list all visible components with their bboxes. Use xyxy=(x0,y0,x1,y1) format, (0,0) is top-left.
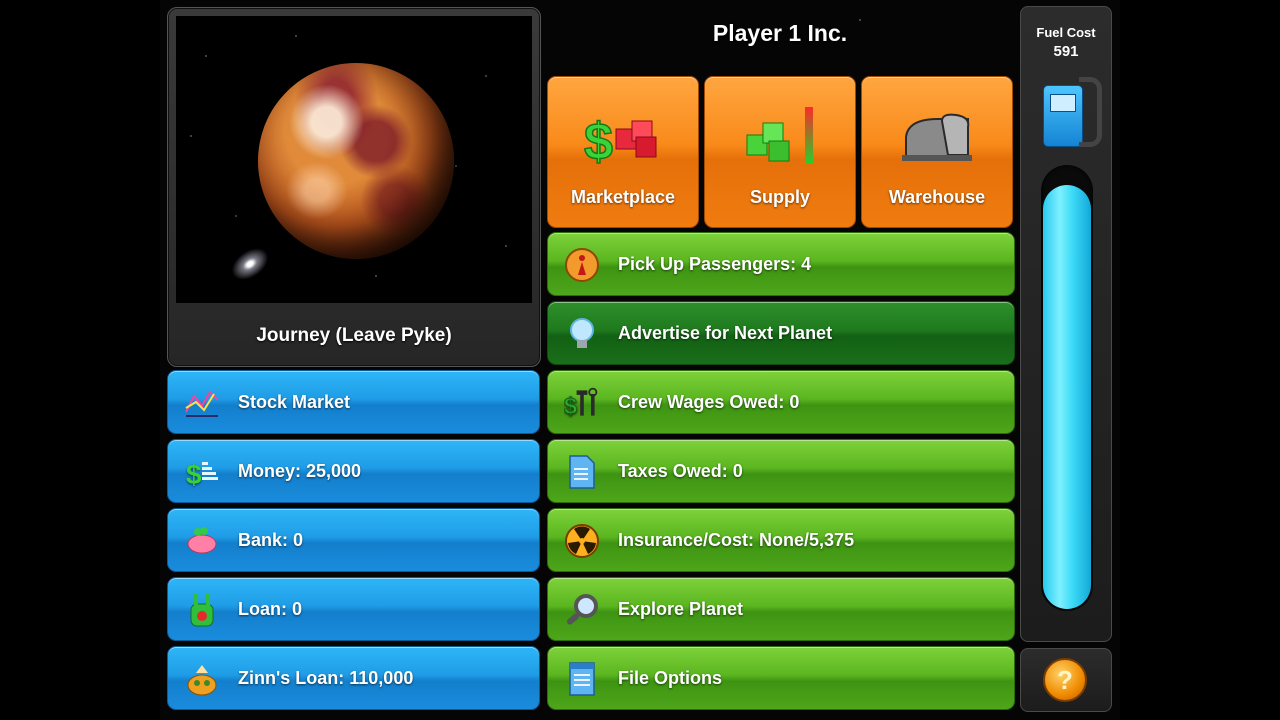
zinn-icon xyxy=(184,661,220,697)
fuel-cost-value: 591 xyxy=(1053,43,1079,60)
bank-label: Bank: 0 xyxy=(238,529,304,550)
warehouse-button[interactable]: Warehouse xyxy=(861,76,1013,228)
question-mark-icon: ? xyxy=(1057,664,1073,695)
fuel-gauge xyxy=(1041,165,1093,611)
passenger-icon xyxy=(564,247,600,283)
explore-planet-button[interactable]: Explore Planet xyxy=(547,577,1015,641)
explore-planet-label: Explore Planet xyxy=(618,598,744,619)
marketplace-button[interactable]: $ Marketplace xyxy=(547,76,699,228)
insurance-label: Insurance/Cost: None/5,375 xyxy=(618,529,855,550)
help-panel: ? xyxy=(1020,648,1112,712)
help-button[interactable]: ? xyxy=(1043,658,1087,702)
bank-button[interactable]: Bank: 0 xyxy=(167,508,540,572)
journey-button-label[interactable]: Journey (Leave Pyke) xyxy=(168,308,540,364)
zinns-loan-label: Zinn's Loan: 110,000 xyxy=(238,667,414,688)
fuel-pump-icon[interactable] xyxy=(1043,85,1083,147)
chart-icon xyxy=(184,385,220,421)
warehouse-icon xyxy=(898,107,978,171)
supply-button[interactable]: Supply xyxy=(704,76,856,228)
tools-icon: $ xyxy=(564,385,600,421)
svg-text:$: $ xyxy=(584,113,613,171)
pick-up-passengers-button[interactable]: Pick Up Passengers: 4 xyxy=(547,232,1015,296)
advertise-button[interactable]: Advertise for Next Planet xyxy=(547,301,1015,365)
planet-panel[interactable]: Journey (Leave Pyke) xyxy=(167,7,541,367)
supply-icon xyxy=(741,107,821,171)
loan-label: Loan: 0 xyxy=(238,598,303,619)
planet-image xyxy=(258,63,454,259)
file-options-label: File Options xyxy=(618,667,723,688)
planet-view xyxy=(176,16,532,303)
money-label: Money: 25,000 xyxy=(238,460,362,481)
taxes-button[interactable]: Taxes Owed: 0 xyxy=(547,439,1015,503)
lightbulb-icon xyxy=(564,316,600,352)
pick-up-passengers-label: Pick Up Passengers: 4 xyxy=(618,253,812,274)
crew-wages-button[interactable]: $ Crew Wages Owed: 0 xyxy=(547,370,1015,434)
svg-text:$: $ xyxy=(564,393,577,419)
warehouse-label: Warehouse xyxy=(888,187,986,207)
svg-text:$: $ xyxy=(186,459,202,490)
file-options-button[interactable]: File Options xyxy=(547,646,1015,710)
piggy-bank-icon xyxy=(184,523,220,559)
taxes-label: Taxes Owed: 0 xyxy=(618,460,743,481)
insurance-button[interactable]: Insurance/Cost: None/5,375 xyxy=(547,508,1015,572)
zinns-loan-button[interactable]: Zinn's Loan: 110,000 xyxy=(167,646,540,710)
magnifier-icon xyxy=(564,592,600,628)
galaxy-image xyxy=(223,239,277,289)
stock-market-button[interactable]: Stock Market xyxy=(167,370,540,434)
document-icon xyxy=(564,454,600,490)
stock-market-label: Stock Market xyxy=(238,391,351,412)
money-icon: $ xyxy=(184,454,220,490)
game-screen: Journey (Leave Pyke) Stock Market $ Mone… xyxy=(160,0,1120,720)
fuel-hose-icon xyxy=(1079,77,1102,147)
marketplace-label: Marketplace xyxy=(570,187,676,207)
company-title: Player 1 Inc. xyxy=(712,20,848,46)
file-icon xyxy=(564,661,600,697)
crew-wages-label: Crew Wages Owed: 0 xyxy=(618,391,800,412)
marketplace-icon: $ xyxy=(583,107,664,172)
loan-creature-icon xyxy=(184,592,220,628)
loan-button[interactable]: Loan: 0 xyxy=(167,577,540,641)
advertise-label: Advertise for Next Planet xyxy=(618,322,833,343)
supply-label: Supply xyxy=(749,187,810,207)
radiation-icon xyxy=(564,523,600,559)
fuel-gauge-fill xyxy=(1043,185,1091,609)
fuel-cost-title: Fuel Cost xyxy=(1036,25,1096,40)
money-button[interactable]: $ Money: 25,000 xyxy=(167,439,540,503)
fuel-panel: Fuel Cost 591 xyxy=(1020,6,1112,642)
